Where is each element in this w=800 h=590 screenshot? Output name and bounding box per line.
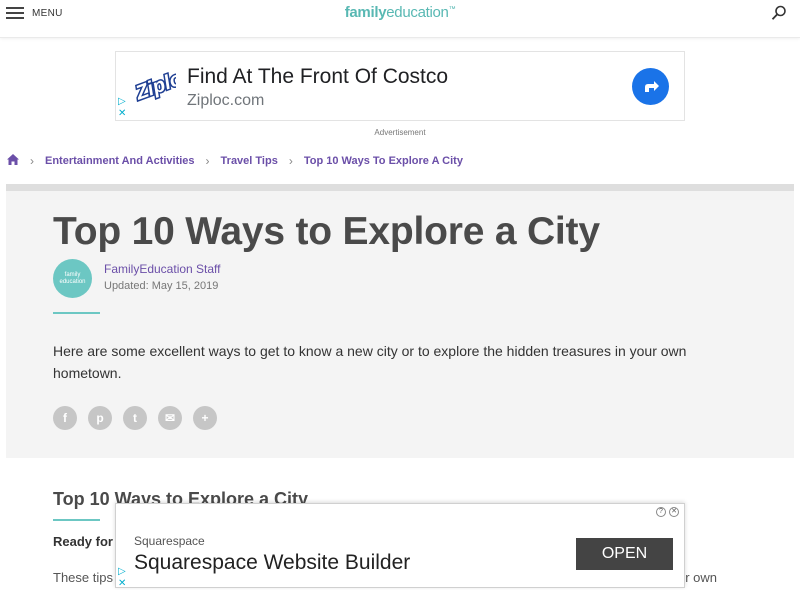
- email-icon[interactable]: ✉: [158, 406, 182, 430]
- site-header: MENU familyeducation™: [0, 0, 800, 38]
- breadcrumb-separator: ›: [30, 154, 34, 168]
- pinterest-icon[interactable]: p: [88, 406, 112, 430]
- bottom-advertisement[interactable]: ? ✕ Squarespace Squarespace Website Buil…: [115, 503, 685, 590]
- svg-text:Ziploc: Ziploc: [132, 64, 176, 105]
- breadcrumb-item-entertainment[interactable]: Entertainment And Activities: [45, 155, 195, 167]
- top-advertisement[interactable]: Ziploc Ziploc Find At The Front Of Costc…: [115, 51, 685, 121]
- avatar[interactable]: family education: [53, 259, 92, 298]
- adchoices-icon[interactable]: ▷ ✕: [118, 566, 126, 590]
- ad-url[interactable]: Ziploc.com: [187, 92, 264, 110]
- adchoices-icon[interactable]: ▷ ✕: [118, 96, 126, 120]
- twitter-icon[interactable]: t: [123, 406, 147, 430]
- breadcrumb: › Entertainment And Activities › Travel …: [7, 154, 463, 168]
- breadcrumb-item-current[interactable]: Top 10 Ways To Explore A City: [304, 155, 463, 167]
- divider: [53, 519, 100, 521]
- close-icon[interactable]: ✕: [118, 108, 126, 119]
- breadcrumb-separator: ›: [205, 154, 210, 168]
- page-title: Top 10 Ways to Explore a City: [53, 210, 600, 253]
- breadcrumb-separator: ›: [288, 154, 293, 168]
- home-icon[interactable]: [7, 154, 19, 168]
- author-link[interactable]: FamilyEducation Staff: [104, 262, 221, 276]
- breadcrumb-item-travel-tips[interactable]: Travel Tips: [221, 155, 278, 167]
- ad-controls: ? ✕: [653, 507, 679, 517]
- more-icon[interactable]: +: [193, 406, 217, 430]
- info-icon[interactable]: ?: [656, 507, 666, 517]
- advertisement-label: Advertisement: [374, 128, 426, 137]
- updated-date: Updated: May 15, 2019: [104, 280, 219, 292]
- ziploc-logo: Ziploc Ziploc: [130, 60, 197, 108]
- paragraph-start: These tips: [53, 570, 113, 585]
- ad-title[interactable]: Squarespace Website Builder: [134, 551, 410, 575]
- site-logo[interactable]: familyeducation™: [0, 4, 800, 21]
- ad-title[interactable]: Find At The Front Of Costco: [187, 65, 448, 89]
- arrow-right-icon[interactable]: [632, 68, 669, 105]
- divider: [53, 312, 100, 314]
- article-description: Here are some excellent ways to get to k…: [53, 343, 687, 381]
- close-icon[interactable]: ✕: [669, 507, 679, 517]
- ad-brand[interactable]: Squarespace: [134, 534, 205, 548]
- share-bar: f p t ✉ +: [53, 406, 228, 430]
- facebook-icon[interactable]: f: [53, 406, 77, 430]
- search-icon[interactable]: [771, 5, 787, 21]
- close-icon[interactable]: ✕: [118, 578, 126, 589]
- open-button[interactable]: OPEN: [576, 538, 673, 570]
- paragraph-lead: Ready for: [53, 534, 113, 549]
- article-header: Top 10 Ways to Explore a City family educ…: [6, 184, 794, 458]
